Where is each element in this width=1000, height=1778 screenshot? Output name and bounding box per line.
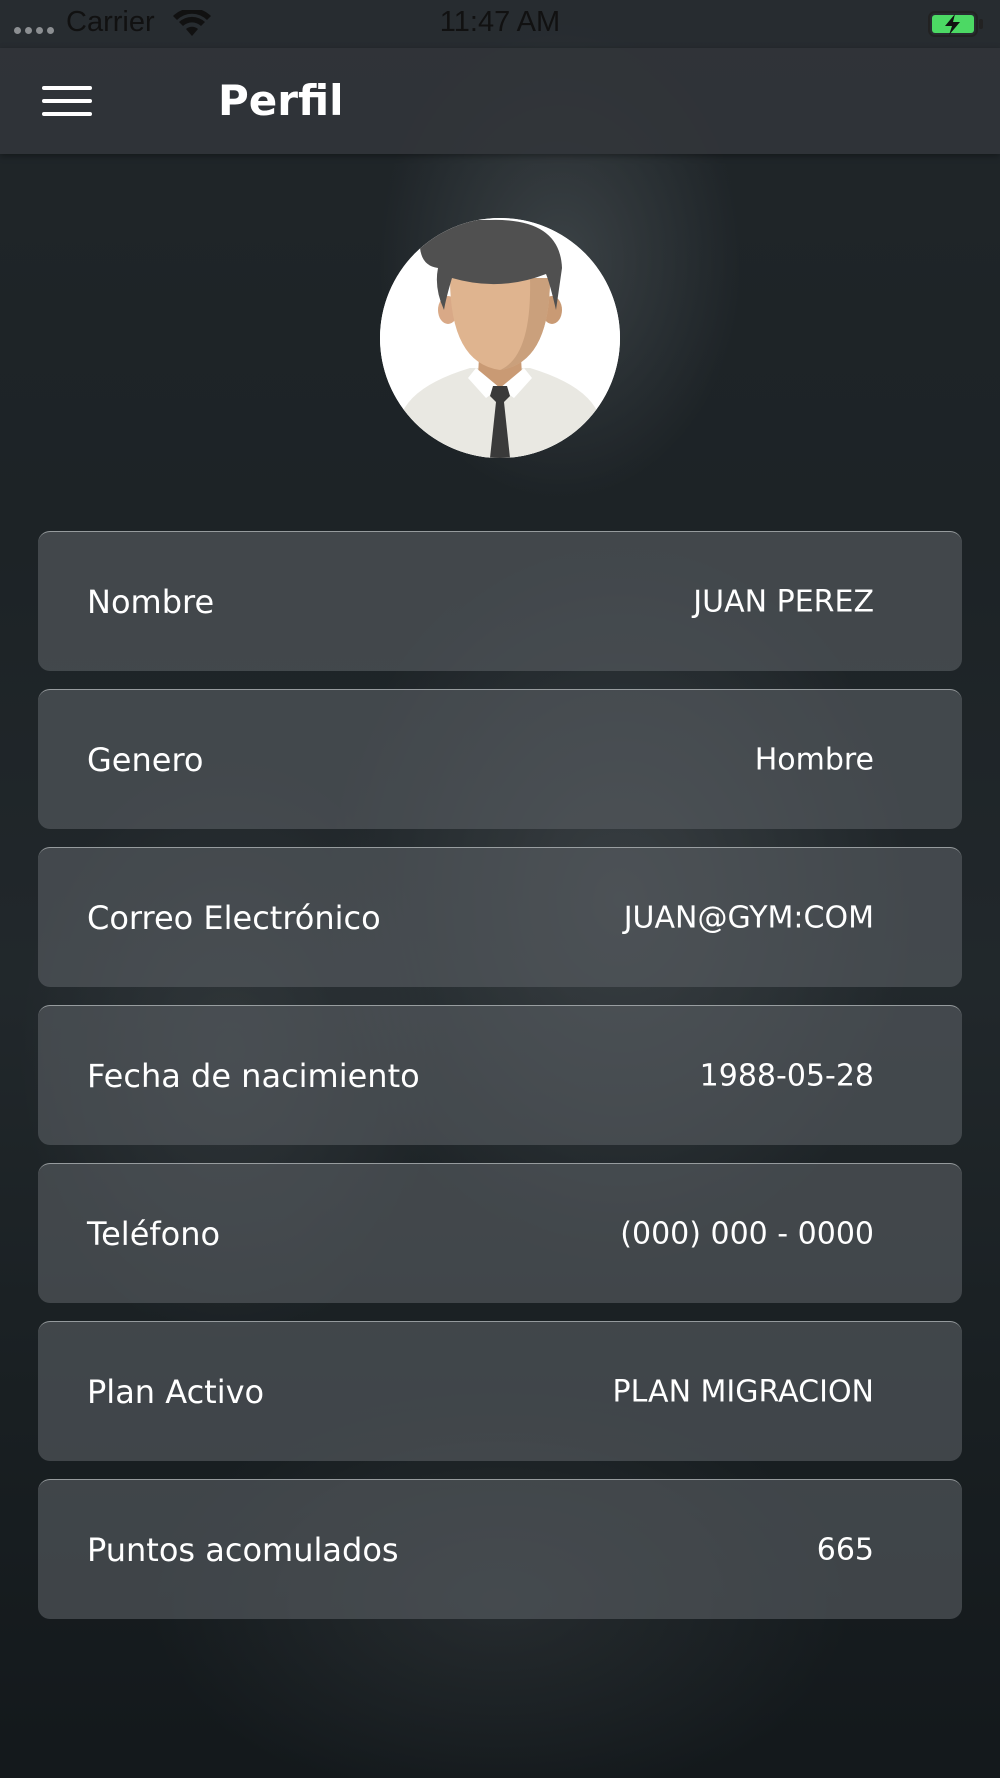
- field-row-nombre: Nombre JUAN PEREZ: [38, 531, 962, 671]
- status-bar: Carrier 11:47 AM: [0, 0, 1000, 48]
- clock: 11:47 AM: [439, 6, 561, 38]
- field-row-correo: Correo Electrónico JUAN@GYM:COM: [38, 847, 962, 987]
- field-row-fecha-nacimiento: Fecha de nacimiento 1988-05-28: [38, 1005, 962, 1145]
- field-row-genero: Genero Hombre: [38, 689, 962, 829]
- user-avatar-icon: [380, 218, 620, 458]
- field-label: Correo Electrónico: [87, 898, 381, 937]
- page-title: Perfil: [218, 76, 344, 125]
- field-value: (000) 000 - 0000: [620, 1216, 874, 1251]
- nav-bar: Perfil: [0, 48, 1000, 154]
- field-label: Puntos acomulados: [87, 1530, 399, 1569]
- field-label: Teléfono: [87, 1214, 221, 1253]
- field-value: JUAN PEREZ: [693, 584, 874, 619]
- field-label: Fecha de nacimiento: [87, 1056, 420, 1095]
- field-value: PLAN MIGRACION: [612, 1374, 874, 1409]
- field-row-plan-activo: Plan Activo PLAN MIGRACION: [38, 1321, 962, 1461]
- hamburger-menu-icon[interactable]: [38, 84, 96, 120]
- field-row-puntos: Puntos acomulados 665: [38, 1479, 962, 1619]
- field-value: Hombre: [754, 742, 874, 777]
- profile-fields-list: Nombre JUAN PEREZ Genero Hombre Correo E…: [38, 531, 962, 1637]
- battery-charging-icon: [928, 11, 983, 37]
- field-value: 1988-05-28: [699, 1058, 874, 1093]
- field-label: Nombre: [87, 582, 215, 621]
- field-value: 665: [816, 1532, 874, 1567]
- field-label: Plan Activo: [87, 1372, 265, 1411]
- field-value: JUAN@GYM:COM: [623, 900, 874, 935]
- field-row-telefono: Teléfono (000) 000 - 0000: [38, 1163, 962, 1303]
- field-label: Genero: [87, 740, 204, 779]
